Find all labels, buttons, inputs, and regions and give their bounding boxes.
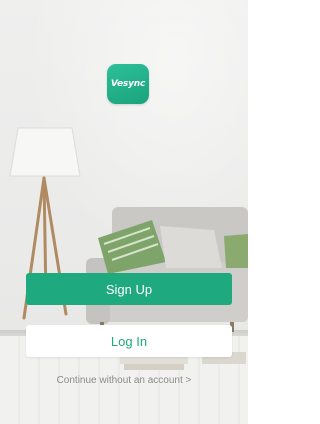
books bbox=[120, 356, 188, 364]
cushion-green bbox=[224, 234, 248, 268]
log-in-button[interactable]: Log In bbox=[26, 325, 232, 357]
cushion-plain bbox=[160, 226, 222, 268]
vesync-logo: Vesync bbox=[107, 64, 149, 104]
vesync-logo-text: Vesync bbox=[110, 79, 146, 89]
sign-up-button[interactable]: Sign Up bbox=[26, 273, 232, 305]
welcome-screen: Vesync Sign Up Log In Continue without a… bbox=[0, 0, 248, 424]
lamp-shade bbox=[9, 127, 81, 177]
continue-without-account-link[interactable]: Continue without an account > bbox=[0, 375, 248, 386]
